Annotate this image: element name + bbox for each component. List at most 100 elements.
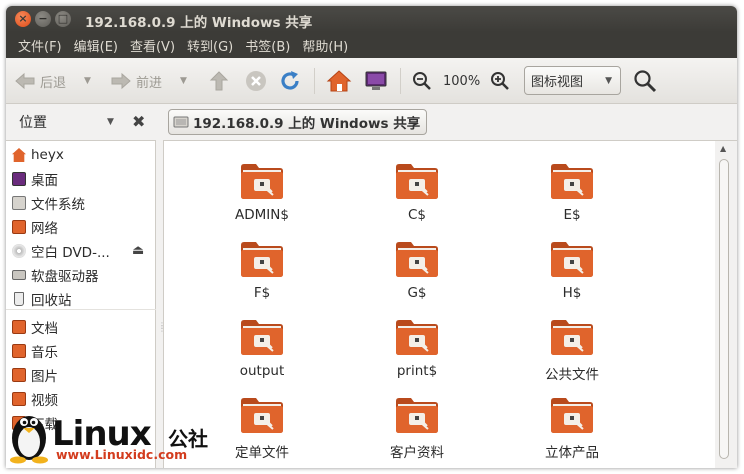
up-button[interactable]: [209, 69, 229, 93]
sidebar-item-label: 桌面: [31, 173, 58, 189]
forward-button[interactable]: 前进 ▼: [110, 69, 187, 93]
home-icon: [12, 148, 26, 162]
share-folder-label: 客户资料: [390, 445, 444, 461]
up-arrow-icon: [209, 71, 229, 91]
title-bar: × − □ 192.168.0.9 上的 Windows 共享: [6, 6, 737, 32]
sidebar-header: 位置 ▼ ✖: [6, 104, 156, 140]
toolbar-separator: [314, 68, 315, 94]
scroll-up-icon[interactable]: ▲: [720, 144, 726, 153]
sidebar-item-label: heyx: [31, 147, 64, 163]
desktop-icon: [12, 172, 26, 186]
close-window-button[interactable]: ×: [15, 11, 31, 27]
remote-folder-icon: [394, 395, 440, 435]
icon-view: ADMIN$ C$ E$ F$ G$ H$ output print$ 公共文件 定单文件 客户资料…: [163, 140, 715, 468]
stop-icon: [246, 71, 266, 91]
sidebar-item-music[interactable]: 音乐: [6, 339, 156, 363]
share-folder[interactable]: 客户资料: [357, 395, 477, 468]
sidebar-item-dvd[interactable]: 空白 DVD-... ⏏: [6, 239, 156, 263]
zoom-out-button[interactable]: [412, 69, 432, 93]
menu-file[interactable]: 文件(F): [12, 36, 68, 55]
window-title: 192.168.0.9 上的 Windows 共享: [85, 15, 313, 31]
sidebar-item-filesystem[interactable]: 文件系统: [6, 191, 156, 215]
zoom-out-icon: [413, 72, 431, 90]
sidebar-item-desktop[interactable]: 桌面: [6, 167, 156, 191]
sidebar-item-label: 音乐: [31, 345, 58, 361]
sidebar-item-documents[interactable]: 文档: [6, 315, 156, 339]
menu-edit[interactable]: 编辑(E): [68, 36, 124, 55]
share-folder-label: 立体产品: [545, 445, 599, 461]
remote-folder-icon: [549, 161, 595, 201]
share-folder-label: F$: [253, 285, 271, 301]
path-bar-button[interactable]: 192.168.0.9 上的 Windows 共享: [168, 109, 428, 135]
share-folder-label: C$: [407, 207, 426, 223]
share-folder-label: ADMIN$: [235, 207, 289, 223]
close-sidebar-icon[interactable]: ✖: [132, 112, 145, 131]
remote-folder-icon: [239, 317, 285, 357]
view-mode-select[interactable]: 图标视图 ▼: [524, 66, 621, 95]
sidebar-item-label: 软盘驱动器: [31, 269, 99, 285]
share-folder[interactable]: output: [202, 317, 322, 391]
share-folder[interactable]: 公共文件: [512, 317, 632, 391]
sidebar-item-label: 文档: [31, 321, 58, 337]
share-folder-label: print$: [396, 363, 438, 379]
menu-go[interactable]: 转到(G): [181, 36, 239, 55]
reload-button[interactable]: [278, 69, 302, 93]
sidebar-item-label: 网络: [31, 221, 58, 237]
network-icon: [12, 220, 26, 234]
sidebar-item-trash[interactable]: 回收站: [6, 287, 156, 311]
floppy-icon: [12, 270, 26, 280]
zoom-in-button[interactable]: [490, 69, 510, 93]
vertical-scrollbar[interactable]: ▲: [715, 140, 737, 468]
forward-label: 前进: [136, 75, 163, 91]
pictures-icon: [12, 368, 26, 382]
minimize-window-button[interactable]: −: [35, 11, 51, 27]
home-button[interactable]: [326, 69, 352, 93]
zoom-level[interactable]: 100%: [443, 69, 480, 93]
toolbar: 后退 ▼ 前进 ▼ 100% 图标视图 ▼: [6, 58, 737, 104]
share-folder[interactable]: E$: [512, 161, 632, 235]
documents-icon: [12, 320, 26, 334]
remote-folder-icon: [394, 317, 440, 357]
share-folder[interactable]: ADMIN$: [202, 161, 322, 235]
forward-arrow-icon: [111, 72, 131, 90]
share-folder-label: G$: [407, 285, 427, 301]
menu-help[interactable]: 帮助(H): [296, 36, 354, 55]
sidebar-item-label: 空白 DVD-...: [31, 245, 110, 261]
computer-button[interactable]: [364, 69, 388, 93]
toolbar-separator: [400, 68, 401, 94]
share-folder[interactable]: H$: [512, 239, 632, 313]
view-mode-value: 图标视图: [531, 75, 584, 90]
share-folder[interactable]: print$: [357, 317, 477, 391]
remote-folder-icon: [394, 239, 440, 279]
remote-folder-icon: [239, 161, 285, 201]
remote-folder-icon: [549, 239, 595, 279]
computer-icon: [365, 71, 387, 90]
share-folder[interactable]: 立体产品: [512, 395, 632, 468]
share-folder-label: 公共文件: [545, 367, 599, 383]
pane-resize-handle[interactable]: ⋮ ⋮: [158, 322, 166, 336]
back-button[interactable]: 后退 ▼: [14, 69, 91, 93]
sidebar-type-label[interactable]: 位置: [19, 112, 47, 132]
menu-bookmarks[interactable]: 书签(B): [239, 36, 296, 55]
forward-history-dropdown-icon[interactable]: ▼: [180, 76, 187, 86]
sidebar-item-home[interactable]: heyx: [6, 143, 156, 167]
stop-button[interactable]: [245, 69, 267, 93]
share-folder[interactable]: G$: [357, 239, 477, 313]
sidebar-type-dropdown-icon[interactable]: ▼: [107, 117, 114, 127]
back-history-dropdown-icon[interactable]: ▼: [84, 76, 91, 86]
reload-icon: [281, 71, 299, 90]
tux-logo: [10, 416, 48, 464]
scrollbar-thumb[interactable]: [719, 159, 729, 459]
share-folder[interactable]: C$: [357, 161, 477, 235]
remote-folder-icon: [239, 395, 285, 435]
maximize-window-button[interactable]: □: [55, 11, 71, 27]
menu-view[interactable]: 查看(V): [124, 36, 181, 55]
sidebar-item-network[interactable]: 网络: [6, 215, 156, 239]
sidebar-item-pictures[interactable]: 图片: [6, 363, 156, 387]
eject-icon[interactable]: ⏏: [132, 243, 144, 258]
search-button[interactable]: [633, 69, 657, 93]
watermark: Linux 公社 www.Linuxidc.com: [6, 404, 236, 468]
share-folder[interactable]: F$: [202, 239, 322, 313]
sidebar-item-floppy[interactable]: 软盘驱动器: [6, 263, 156, 287]
sidebar-divider: [6, 309, 156, 310]
